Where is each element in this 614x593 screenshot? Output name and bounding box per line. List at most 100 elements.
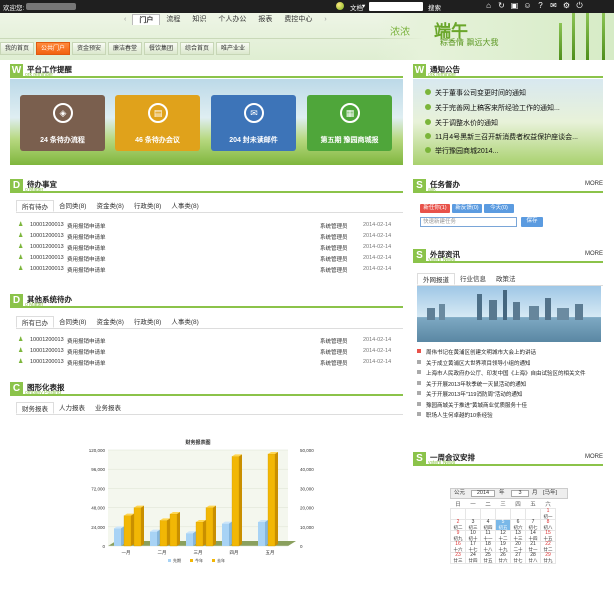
notice-item[interactable]: 关于董事公司变更时间的通知 xyxy=(425,88,526,98)
chevron-down-icon[interactable]: ▾ xyxy=(362,2,365,10)
tab-contract[interactable]: 合同类(8) xyxy=(54,200,91,212)
notice-item[interactable]: 关于调整水价的通知 xyxy=(425,118,498,128)
calendar-day[interactable]: 10 初十 xyxy=(465,530,481,542)
calendar-day[interactable]: 8 初八 xyxy=(540,519,556,531)
question-icon[interactable]: ? xyxy=(536,1,545,10)
gear-icon[interactable]: ⚙ xyxy=(562,1,571,10)
calendar-day[interactable]: 3 初三 xyxy=(465,519,481,531)
save-button[interactable]: 保存 xyxy=(521,217,543,227)
mail-icon[interactable]: ✉ xyxy=(549,1,558,10)
tab-hr[interactable]: 人事类(8) xyxy=(166,200,203,212)
news-item[interactable]: 职场人生何卓越的10条经验 xyxy=(417,411,493,419)
calendar-day[interactable]: 28 廿八 xyxy=(525,552,541,564)
search-input[interactable] xyxy=(369,2,423,11)
subnav-item-fund[interactable]: 资金预安 xyxy=(72,42,106,55)
tab-all[interactable]: 所有待办 xyxy=(16,200,54,212)
calendar-day[interactable]: 22 廿二 xyxy=(540,541,556,553)
calendar-day[interactable]: 26 廿六 xyxy=(495,552,511,564)
news-item[interactable]: 关于开展2013年秋季统一灭鼠活动的通知 xyxy=(417,380,526,388)
meeting-more-link[interactable]: MORE xyxy=(585,454,603,460)
calendar-day[interactable]: 25 廿五 xyxy=(480,552,496,564)
calendar-day[interactable]: 19 十九 xyxy=(495,541,511,553)
table-row[interactable]: ♟ 10001200013 费用报销申请单 系统管理员 2014-02-14 xyxy=(18,337,398,345)
table-row[interactable]: ♟ 10001200013 费用报销申请单 系统管理员 2014-02-14 xyxy=(18,266,398,274)
table-row[interactable]: ♟ 10001200013 费用报销申请单 系统管理员 2014-02-14 xyxy=(18,255,398,263)
calendar-day[interactable]: 15 十五 xyxy=(540,530,556,542)
calendar-day[interactable]: 29 廿九 xyxy=(540,552,556,564)
calendar-day[interactable]: 21 廿一 xyxy=(525,541,541,553)
tab-fund[interactable]: 资金类(8) xyxy=(91,200,128,212)
power-icon[interactable]: ⏻ xyxy=(575,1,584,10)
year-select[interactable]: 2014 xyxy=(471,490,495,497)
nav-item-flow[interactable]: 流程 xyxy=(160,14,186,25)
tab-hr[interactable]: 人事类(8) xyxy=(166,316,203,328)
subnav-item-public[interactable]: 公共门户 xyxy=(36,42,70,55)
calendar-day[interactable]: 17 十七 xyxy=(465,541,481,553)
subnav-item-industry[interactable]: 唯产业业 xyxy=(216,42,250,55)
calendar-day[interactable]: 4 初四 xyxy=(480,519,496,531)
nav-item-personal[interactable]: 个人办公 xyxy=(212,14,252,25)
tile-newsletter[interactable]: ▦ 第五期 豫园商城报 xyxy=(307,95,392,151)
calendar-day[interactable]: 12 十二 xyxy=(495,530,511,542)
nav-next-icon[interactable]: › xyxy=(318,14,332,25)
calendar-day[interactable]: 18 十八 xyxy=(480,541,496,553)
calendar-day[interactable]: 5 初五 xyxy=(495,519,511,531)
calendar-day[interactable]: 14 十四 xyxy=(525,530,541,542)
refresh-icon[interactable]: ↻ xyxy=(497,1,506,10)
nav-item-knowledge[interactable]: 知识 xyxy=(186,14,212,25)
notice-item[interactable]: 关于完善网上稿客来所经验工作的通知... xyxy=(425,103,560,113)
tile-pending-flow[interactable]: ◈ 24 条待办流程 xyxy=(20,95,105,151)
news-item[interactable]: 周伟书记在黄浦区创建文明城市大会上的讲话 xyxy=(417,348,536,356)
calendar-day[interactable]: 11 十一 xyxy=(480,530,496,542)
task-more-link[interactable]: MORE xyxy=(585,181,603,187)
quick-task-input[interactable]: 快速新建任务 xyxy=(420,217,517,227)
pill-new-task[interactable]: 新任你(1) xyxy=(420,204,450,213)
tile-pending-meeting[interactable]: ▤ 46 条待办会议 xyxy=(115,95,200,151)
search-button[interactable]: 搜索 xyxy=(428,2,441,12)
calendar-day[interactable]: 2 初二 xyxy=(450,519,466,531)
nav-item-report[interactable]: 报表 xyxy=(252,14,278,25)
subnav-item-food[interactable]: 餐饮集团 xyxy=(144,42,178,55)
notice-item[interactable]: 11月4号黑新三召开新消费者权益保护座谈会... xyxy=(425,132,578,142)
calendar-day[interactable]: 6 初六 xyxy=(510,519,526,531)
table-row[interactable]: ♟ 10001200013 费用报销申请单 系统管理员 2014-02-14 xyxy=(18,222,398,230)
tile-unread-mail[interactable]: ✉ 204 封未读邮件 xyxy=(211,95,296,151)
tab-policy[interactable]: 政策法 xyxy=(491,273,521,285)
tab-business[interactable]: 业务报表 xyxy=(90,402,126,414)
lock-icon[interactable]: ▣ xyxy=(510,1,519,10)
calendar-day[interactable]: 27 廿七 xyxy=(510,552,526,564)
calendar-day[interactable]: 7 初七 xyxy=(525,519,541,531)
outside-more-link[interactable]: MORE xyxy=(585,251,603,257)
table-row[interactable]: ♟ 10001200013 费用报销申请单 系统管理员 2014-02-14 xyxy=(18,359,398,367)
nav-prev-icon[interactable]: ‹ xyxy=(118,14,132,25)
calendar-day[interactable]: 13 十三 xyxy=(510,530,526,542)
tab-fund[interactable]: 资金类(8) xyxy=(91,316,128,328)
table-row[interactable]: ♟ 10001200013 费用报销申请单 系统管理员 2014-02-14 xyxy=(18,233,398,241)
news-item[interactable]: 关于开展2013年"119消防周"活动的通知 xyxy=(417,390,522,398)
news-item[interactable]: 上海市人民政府办公厅、印发中国《上海》自由试验区的相关文件 xyxy=(417,369,586,377)
news-item[interactable]: 关于成立黄浦区大世界项目领导小组的通知 xyxy=(417,359,531,367)
nav-item-portal[interactable]: 门户 xyxy=(132,14,161,25)
table-row[interactable]: ♟ 10001200013 费用报销申请单 系统管理员 2014-02-14 xyxy=(18,348,398,356)
subnav-item-home[interactable]: 我的首页 xyxy=(0,42,34,55)
tab-admin[interactable]: 行政类(8) xyxy=(129,316,166,328)
calendar-day[interactable]: 24 廿四 xyxy=(465,552,481,564)
subnav-item-clean[interactable]: 廉洁春堂 xyxy=(108,42,142,55)
nav-item-expense[interactable]: 费控中心 xyxy=(278,14,318,25)
subnav-item-general[interactable]: 综合首页 xyxy=(180,42,214,55)
month-select[interactable]: 3 xyxy=(511,490,529,497)
pill-new-feedback[interactable]: 新反馈(0) xyxy=(452,204,482,213)
calendar-day[interactable]: 20 二十 xyxy=(510,541,526,553)
tab-hr-report[interactable]: 人力报表 xyxy=(54,402,90,414)
tab-contract[interactable]: 合同类(8) xyxy=(54,316,91,328)
pill-today[interactable]: 今天(0) xyxy=(484,204,514,213)
tab-admin[interactable]: 行政类(8) xyxy=(129,200,166,212)
news-item[interactable]: 豫园商城关于推进"黄城商业优质服务十佳 xyxy=(417,401,527,409)
weather-icon[interactable] xyxy=(336,2,344,10)
tab-industry[interactable]: 行业信息 xyxy=(455,273,491,285)
tab-finance[interactable]: 财务报表 xyxy=(16,402,54,414)
calendar-day[interactable]: 1 初一 xyxy=(540,508,556,520)
calendar-day[interactable]: 23 廿三 xyxy=(450,552,466,564)
user-icon[interactable]: ☺ xyxy=(523,1,532,10)
home-icon[interactable]: ⌂ xyxy=(484,1,493,10)
